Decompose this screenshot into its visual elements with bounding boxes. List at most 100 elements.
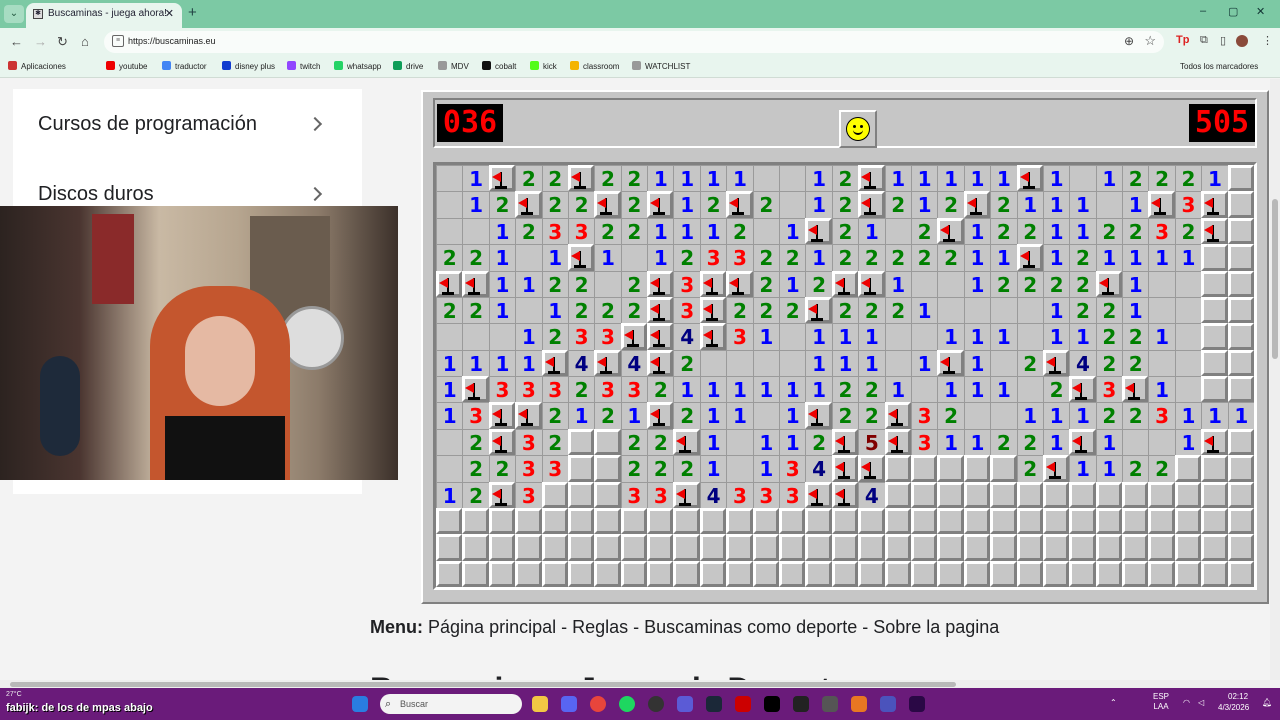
cell-flagged[interactable]	[858, 270, 885, 297]
cell-number[interactable]: 1	[1095, 165, 1123, 192]
cell-unopened[interactable]	[937, 507, 964, 535]
cell-number[interactable]: 1	[515, 349, 542, 376]
cell-number[interactable]: 1	[699, 165, 727, 192]
cell-number[interactable]: 2	[752, 191, 780, 218]
cell-number[interactable]: 2	[884, 296, 911, 324]
cell-unopened[interactable]	[647, 534, 674, 561]
cell-number[interactable]: 1	[963, 349, 991, 376]
cell-empty[interactable]	[1174, 376, 1202, 403]
cell-unopened[interactable]	[1042, 507, 1070, 535]
cell-number[interactable]: 1	[779, 402, 806, 429]
cell-unopened[interactable]	[1227, 534, 1254, 561]
cell-empty[interactable]	[515, 244, 542, 271]
cell-number[interactable]: 2	[937, 191, 964, 218]
cell-unopened[interactable]	[1201, 349, 1228, 376]
cell-empty[interactable]	[1016, 376, 1043, 403]
cell-number[interactable]: 2	[752, 270, 780, 297]
bookmark-classroom[interactable]: classroom	[570, 60, 619, 74]
cell-number[interactable]: 1	[1016, 191, 1043, 218]
clock-date[interactable]: 4/3/2026	[1218, 703, 1249, 713]
cell-number[interactable]: 1	[779, 428, 806, 456]
discord-icon[interactable]	[561, 696, 577, 712]
cell-number[interactable]: 1	[488, 296, 516, 324]
cell-unopened[interactable]	[910, 481, 938, 508]
cell-unopened[interactable]	[673, 507, 700, 535]
cell-unopened[interactable]	[1227, 323, 1254, 350]
language-indicator[interactable]: ESP LAA	[1150, 692, 1172, 712]
windows-start-icon[interactable]	[352, 696, 368, 712]
cell-number[interactable]: 1	[673, 217, 700, 245]
cell-number[interactable]: 2	[1122, 455, 1149, 482]
url-text[interactable]: https://buscaminas.eu	[128, 36, 216, 46]
cell-number[interactable]: 1	[910, 296, 938, 324]
reset-smiley-button[interactable]	[839, 110, 877, 148]
browser-menu-icon[interactable]: ⋮	[1262, 34, 1273, 47]
app-icon[interactable]	[677, 696, 693, 712]
cell-number[interactable]: 1	[1174, 244, 1202, 271]
cell-number[interactable]: 1	[1069, 217, 1096, 245]
cell-empty[interactable]	[884, 323, 911, 350]
cell-unopened[interactable]	[937, 481, 964, 508]
cell-flagged[interactable]	[1095, 270, 1123, 297]
reload-icon[interactable]: ↻	[57, 34, 68, 50]
cell-flagged[interactable]	[673, 481, 700, 508]
cell-empty[interactable]	[963, 402, 991, 429]
cell-number[interactable]: 1	[647, 165, 674, 192]
cell-empty[interactable]	[910, 270, 938, 297]
cell-flagged[interactable]	[884, 402, 911, 429]
cell-flagged[interactable]	[594, 349, 621, 376]
cell-flagged[interactable]	[1016, 165, 1043, 192]
cell-number[interactable]: 3	[594, 323, 621, 350]
cell-number[interactable]: 1	[462, 165, 489, 192]
cell-number[interactable]: 2	[752, 244, 780, 271]
cell-number[interactable]: 1	[1174, 428, 1202, 456]
cell-empty[interactable]	[910, 323, 938, 350]
cell-number[interactable]: 1	[779, 217, 806, 245]
cell-unopened[interactable]	[515, 534, 542, 561]
cell-number[interactable]: 2	[884, 244, 911, 271]
cell-number[interactable]: 1	[488, 244, 516, 271]
cell-number[interactable]: 2	[1122, 165, 1149, 192]
cell-unopened[interactable]	[752, 507, 780, 535]
cell-unopened[interactable]	[1201, 534, 1228, 561]
cell-unopened[interactable]	[462, 560, 489, 587]
cell-unopened[interactable]	[1201, 376, 1228, 403]
cell-flagged[interactable]	[805, 296, 832, 324]
scroll-thumb[interactable]	[1272, 199, 1278, 359]
cell-number[interactable]: 2	[594, 165, 621, 192]
cell-number[interactable]: 1	[752, 323, 780, 350]
bookmark-kick[interactable]: kick	[530, 60, 557, 74]
cell-flagged[interactable]	[647, 402, 674, 429]
all-bookmarks-folder[interactable]: Todos los marcadores	[1180, 60, 1258, 74]
cell-number[interactable]: 2	[436, 244, 463, 271]
cell-unopened[interactable]	[462, 507, 489, 535]
cell-number[interactable]: 1	[1148, 376, 1175, 403]
cell-unopened[interactable]	[884, 534, 911, 561]
cell-empty[interactable]	[990, 296, 1017, 324]
cell-unopened[interactable]	[1227, 244, 1254, 271]
side-menu-item-programming[interactable]: Cursos de programación	[38, 113, 257, 136]
steam-icon[interactable]	[706, 696, 722, 712]
cell-unopened[interactable]	[937, 534, 964, 561]
cell-number[interactable]: 3	[726, 481, 753, 508]
cell-empty[interactable]	[1148, 296, 1175, 324]
cell-number[interactable]: 3	[779, 481, 806, 508]
cell-flagged[interactable]	[541, 349, 568, 376]
cell-flagged[interactable]	[647, 191, 674, 218]
cell-unopened[interactable]	[831, 560, 859, 587]
cell-number[interactable]: 3	[488, 376, 516, 403]
cell-number[interactable]: 2	[884, 191, 911, 218]
cell-number[interactable]: 2	[805, 270, 832, 297]
cell-number[interactable]: 1	[884, 376, 911, 403]
cell-flagged[interactable]	[647, 349, 674, 376]
cell-number[interactable]: 3	[620, 481, 648, 508]
cell-flagged[interactable]	[567, 244, 595, 271]
cell-unopened[interactable]	[1174, 481, 1202, 508]
cell-number[interactable]: 2	[831, 296, 859, 324]
cell-unopened[interactable]	[567, 560, 595, 587]
cell-unopened[interactable]	[1122, 481, 1149, 508]
cell-number[interactable]: 1	[1069, 402, 1096, 429]
cell-number[interactable]: 1	[488, 270, 516, 297]
cell-unopened[interactable]	[937, 455, 964, 482]
cell-number[interactable]: 1	[567, 402, 595, 429]
